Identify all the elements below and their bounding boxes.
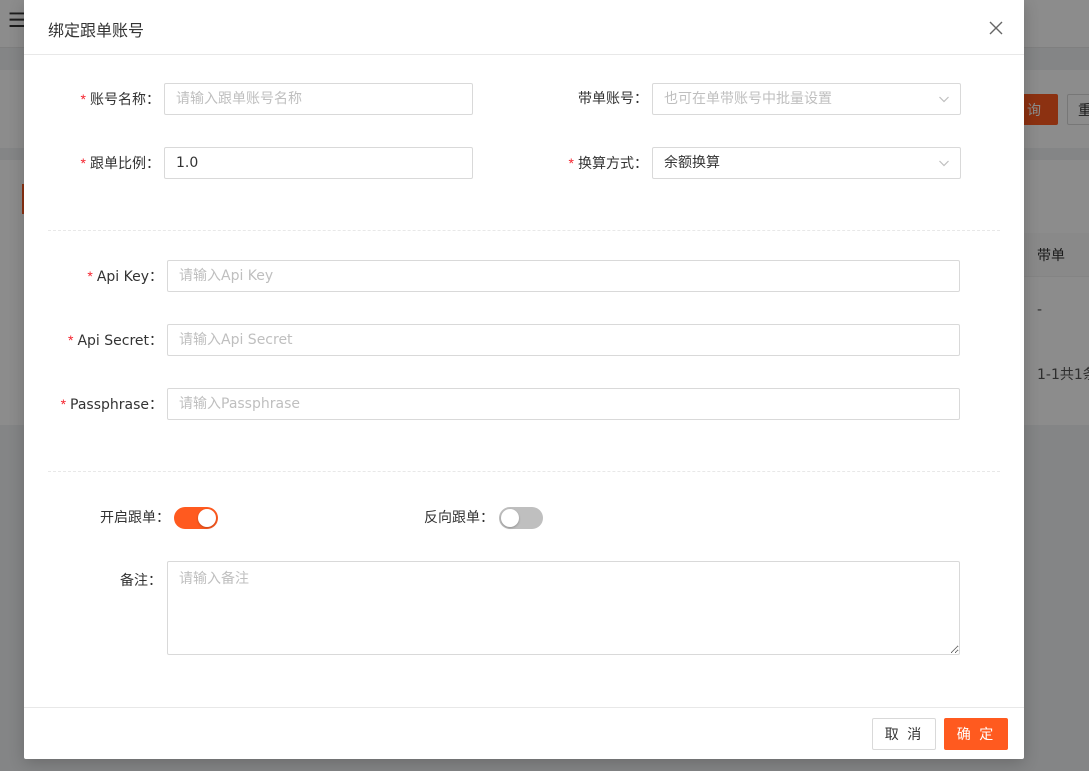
switch-knob [501,509,519,527]
api-secret-input[interactable] [167,324,960,356]
modal-footer: 取 消 确 定 [24,707,1024,759]
section-divider [48,471,1000,472]
remark-textarea[interactable] [167,561,960,655]
chevron-down-icon [939,160,949,167]
api-key-label: * Api Key： [87,268,163,285]
passphrase-label: * Passphrase： [60,396,163,413]
follow-ratio-input[interactable] [164,147,473,179]
convert-method-value: 余额换算 [664,155,720,171]
remark-label: 备注： [120,573,162,589]
reverse-follow-switch[interactable] [499,507,543,529]
section-divider [48,230,1000,231]
enable-follow-label: 开启跟单： [100,510,170,526]
convert-method-select[interactable]: 余额换算 [652,147,961,179]
lead-account-select[interactable]: 也可在单带账号中批量设置 [652,83,961,115]
modal-header: 绑定跟单账号 [24,0,1024,55]
close-icon[interactable] [984,16,1008,40]
api-key-input[interactable] [167,260,960,292]
reverse-follow-label: 反向跟单： [424,510,494,526]
switch-knob [198,509,216,527]
confirm-button[interactable]: 确 定 [944,718,1008,750]
lead-account-placeholder: 也可在单带账号中批量设置 [664,91,832,107]
chevron-down-icon [939,96,949,103]
api-secret-label: * Api Secret： [67,332,163,349]
account-name-label: * 账号名称： [80,91,160,108]
modal-title: 绑定跟单账号 [48,21,145,40]
enable-follow-switch[interactable] [174,507,218,529]
cancel-button[interactable]: 取 消 [872,718,936,750]
bind-account-modal: 绑定跟单账号 *账号名称： 带单账号： 也可在单带账号中批量设置 *跟单比例： … [24,0,1024,759]
convert-method-label: * 换算方式： [568,155,648,172]
follow-ratio-label: * 跟单比例： [80,155,160,172]
lead-account-label: 带单账号： [578,91,648,107]
passphrase-input[interactable] [167,388,960,420]
account-name-input[interactable] [164,83,473,115]
